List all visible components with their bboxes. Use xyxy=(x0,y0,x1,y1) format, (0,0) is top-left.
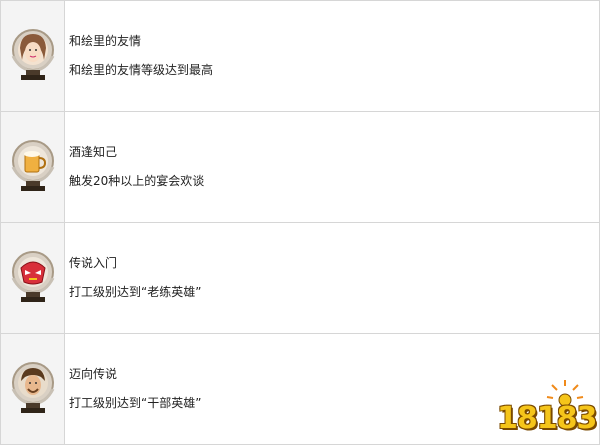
achievement-row: 酒逢知己 触发20种以上的宴会欢谈 xyxy=(0,111,600,223)
achievement-text-cell: 和绘里的友情 和绘里的友情等级达到最高 xyxy=(64,0,600,112)
achievement-description: 打工级别达到“老练英雄” xyxy=(69,285,202,299)
achievement-row: 传说入门 打工级别达到“老练英雄” xyxy=(0,222,600,334)
achievement-text-cell: 传说入门 打工级别达到“老练英雄” xyxy=(64,222,600,334)
achievement-title: 和绘里的友情 xyxy=(69,34,142,48)
achievement-description: 和绘里的友情等级达到最高 xyxy=(69,63,214,77)
achievement-icon-cell xyxy=(0,111,65,223)
red-mask-trophy-icon xyxy=(11,251,54,302)
achievement-row: 和绘里的友情 和绘里的友情等级达到最高 xyxy=(0,0,600,112)
achievement-description: 触发20种以上的宴会欢谈 xyxy=(69,174,205,188)
man-portrait-trophy-icon xyxy=(11,362,54,413)
achievement-text-cell: 酒逢知己 触发20种以上的宴会欢谈 xyxy=(64,111,600,223)
achievement-title: 酒逢知己 xyxy=(69,145,118,159)
achievement-title: 传说入门 xyxy=(69,256,118,270)
beer-mug-trophy-icon xyxy=(11,140,54,191)
achievement-icon-cell xyxy=(0,222,65,334)
site-watermark-logo: 18183 xyxy=(493,376,597,442)
achievement-icon-cell xyxy=(0,0,65,112)
girl-portrait-trophy-icon xyxy=(11,29,54,80)
achievement-icon-cell xyxy=(0,333,65,445)
watermark-text: 18183 xyxy=(497,401,597,436)
